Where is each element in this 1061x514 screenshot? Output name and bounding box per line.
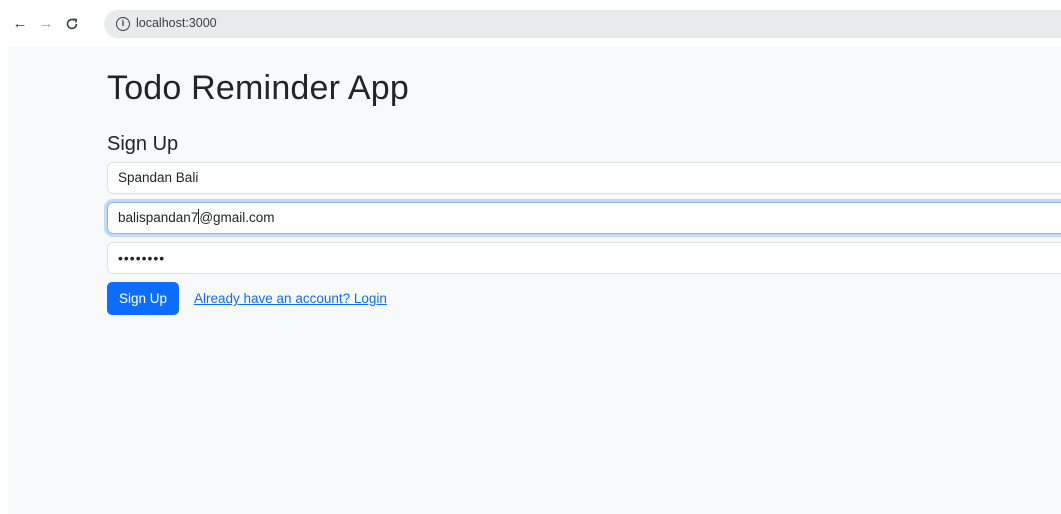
form-title: Sign Up <box>107 133 179 155</box>
password-input[interactable]: •••••••• <box>107 242 1061 274</box>
email-text-after-caret: @gmail.com <box>199 210 275 225</box>
back-arrow-icon[interactable]: ← <box>10 14 30 34</box>
url-text[interactable]: localhost:3000 <box>136 16 217 30</box>
address-bar[interactable]: i localhost:3000 <box>104 10 1061 38</box>
name-input[interactable]: Spandan Bali <box>107 162 1061 194</box>
browser-toolbar: ← → i localhost:3000 <box>0 0 1061 47</box>
app-title: Todo Reminder App <box>107 69 410 107</box>
email-input[interactable]: balispandan7@gmail.com <box>107 202 1061 234</box>
page-content: Todo Reminder App Sign Up Spandan Bali b… <box>8 47 1061 514</box>
forward-arrow-icon[interactable]: → <box>36 14 56 34</box>
sign-up-button[interactable]: Sign Up <box>107 282 179 315</box>
email-text-before-caret: balispandan7 <box>118 210 199 225</box>
login-link[interactable]: Already have an account? Login <box>194 291 387 306</box>
site-info-icon[interactable]: i <box>116 17 130 31</box>
reload-icon[interactable] <box>62 14 82 34</box>
reload-icon-glyph <box>66 18 78 30</box>
